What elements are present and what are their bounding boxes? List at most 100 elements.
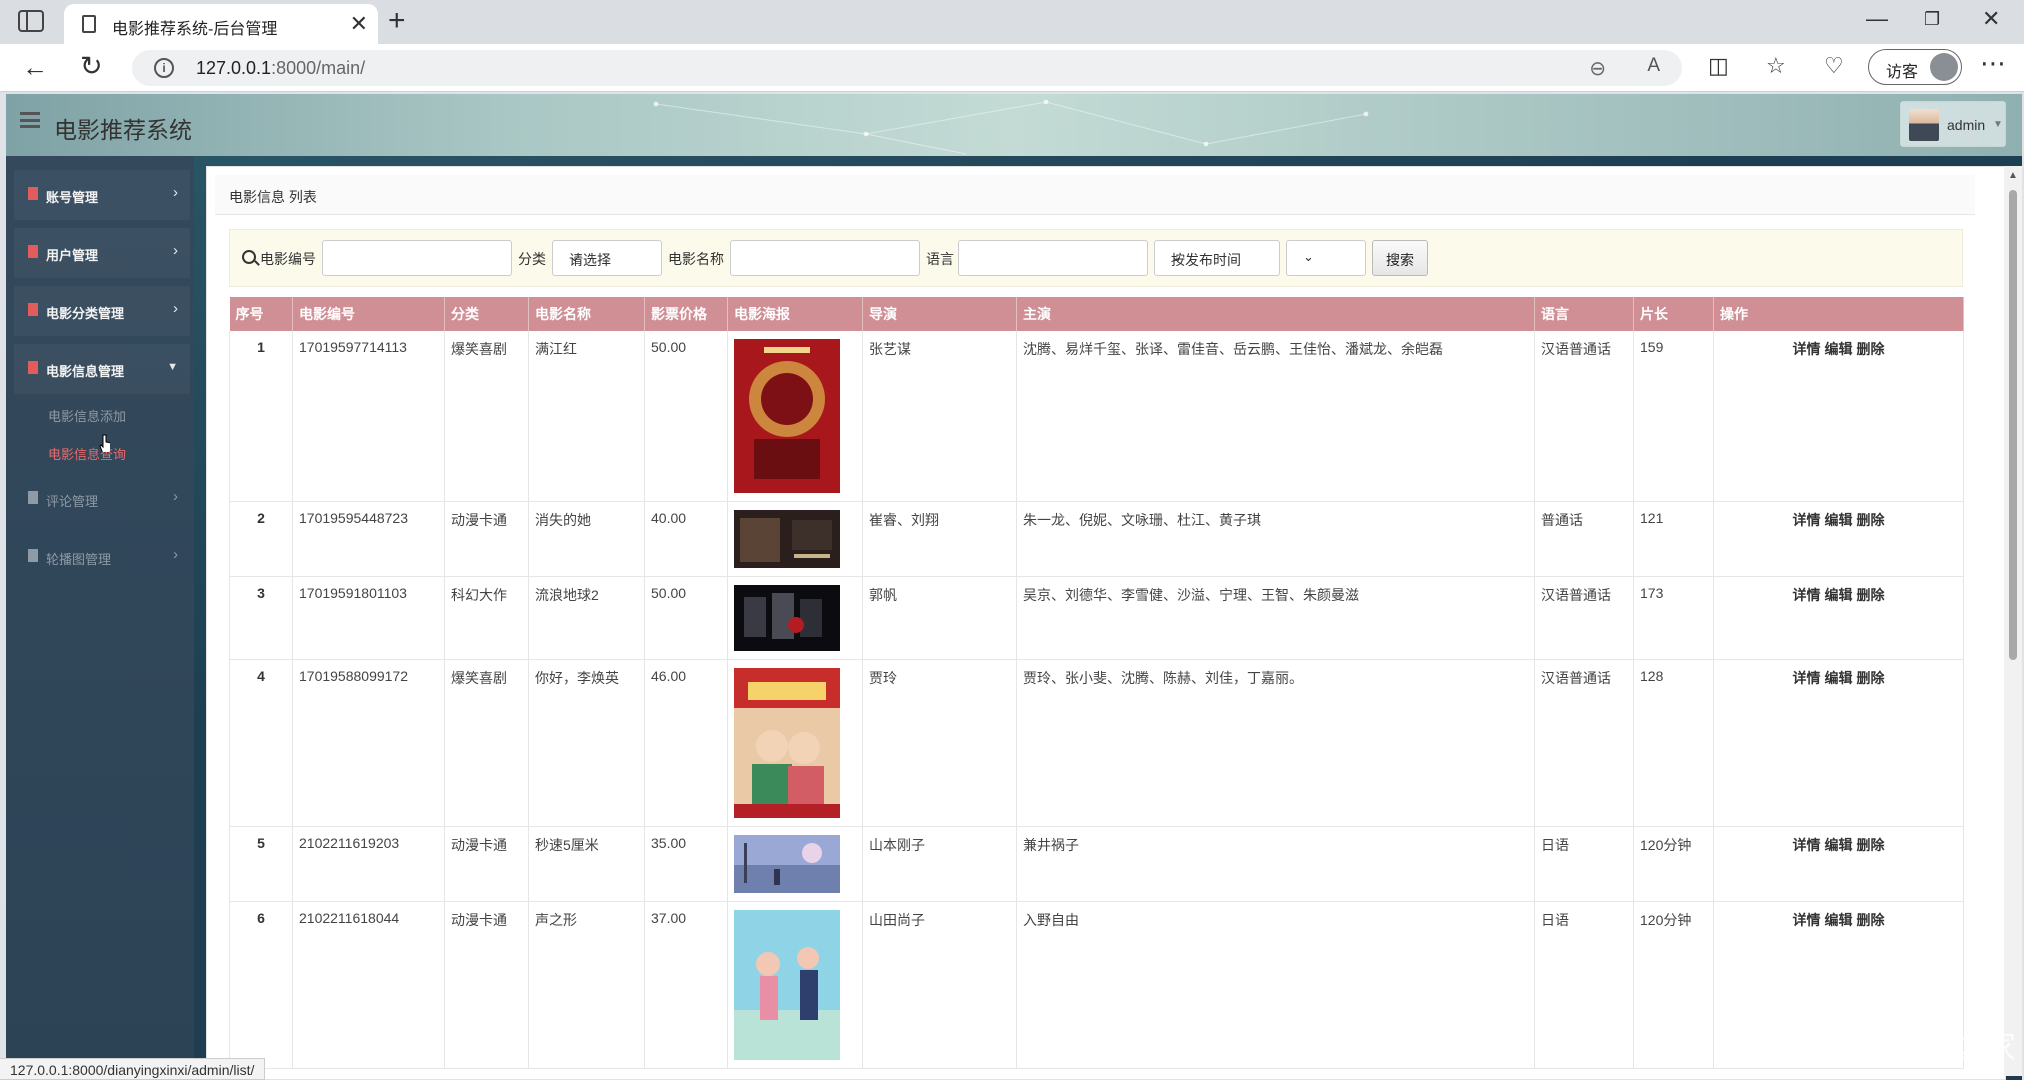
edit-link[interactable]: 编辑 [1825, 512, 1853, 528]
mouse-cursor-icon [99, 434, 110, 452]
column-header: 语言 [1534, 297, 1634, 331]
scroll-thumb[interactable] [2009, 190, 2017, 660]
movie-poster[interactable] [734, 835, 840, 893]
chevron-right-icon: › [173, 488, 178, 505]
close-tab-icon[interactable]: ✕ [350, 11, 368, 37]
detail-link[interactable]: 详情 [1793, 670, 1821, 686]
split-screen-icon[interactable]: ◫ [1708, 53, 1729, 79]
cell-actions: 详情 编辑 删除 [1713, 826, 1964, 902]
zoom-out-icon[interactable]: ⊖ [1589, 56, 1606, 81]
page-icon [82, 15, 96, 33]
search-button[interactable]: 搜索 [1372, 240, 1428, 276]
movie-poster[interactable] [734, 510, 840, 568]
sidebar-item-carousel[interactable]: 轮播图管理 › [14, 532, 190, 582]
new-tab-icon[interactable]: + [388, 4, 406, 38]
profile-button[interactable]: 访客 [1868, 49, 1962, 85]
site-info-icon[interactable]: i [154, 58, 174, 78]
cell-category: 爆笑喜剧 [444, 659, 529, 827]
table-row: 4 17019588099172 爆笑喜剧 你好，李焕英 46.00 贾玲 贾玲… [229, 659, 1964, 827]
user-icon [28, 549, 38, 562]
detail-link[interactable]: 详情 [1793, 837, 1821, 853]
read-aloud-icon[interactable]: A [1647, 55, 1660, 77]
sidebar-subitem-query-movie[interactable]: 电影信息查询 [48, 444, 126, 463]
detail-link[interactable]: 详情 [1793, 341, 1821, 357]
cell-poster [727, 659, 863, 827]
column-header: 影票价格 [644, 297, 728, 331]
user-menu[interactable]: admin ▼ [1900, 101, 2006, 147]
edit-link[interactable]: 编辑 [1825, 341, 1853, 357]
cell-id: 17019595448723 [292, 501, 445, 577]
cell-price: 46.00 [644, 659, 728, 827]
header-network-decoration [653, 99, 1369, 155]
search-icon [242, 250, 256, 264]
page-scrollbar[interactable]: ▲ [2004, 166, 2022, 1076]
tab-actions-icon[interactable] [18, 10, 44, 32]
cell-no: 6 [229, 901, 293, 1069]
sidebar-item-comments[interactable]: 评论管理 › [14, 474, 190, 524]
cell-name: 你好，李焕英 [528, 659, 645, 827]
app-header: 电影推荐系统 admin ▼ [6, 94, 2022, 156]
browser-tab[interactable]: 电影推荐系统-后台管理 ✕ [64, 4, 378, 44]
cell-language: 日语 [1534, 901, 1634, 1069]
minimize-icon[interactable]: — [1866, 6, 1888, 32]
cell-no: 1 [229, 331, 293, 502]
browser-tab-bar: 电影推荐系统-后台管理 ✕ + — ❐ ✕ [0, 0, 2024, 44]
restore-icon[interactable]: ❐ [1924, 9, 1940, 30]
delete-link[interactable]: 删除 [1857, 341, 1885, 357]
movie-poster[interactable] [734, 339, 840, 493]
menu-toggle-icon[interactable] [20, 112, 40, 128]
reload-icon[interactable]: ↻ [80, 51, 103, 82]
more-menu-icon[interactable]: ⋯ [1980, 48, 2006, 79]
window-close-icon[interactable]: ✕ [1982, 6, 2000, 32]
favorites-icon[interactable]: ☆ [1766, 53, 1786, 79]
cell-language: 日语 [1534, 826, 1634, 902]
cell-cast: 兼井祸子 [1016, 826, 1535, 902]
cell-category: 爆笑喜剧 [444, 331, 529, 502]
sidebar-item-users[interactable]: 用户管理 › [14, 228, 190, 278]
category-label: 分类 [518, 251, 546, 267]
cell-duration: 128 [1633, 659, 1714, 827]
sort-select[interactable]: 按发布时间 ⌄ [1154, 240, 1280, 276]
detail-link[interactable]: 详情 [1793, 587, 1821, 603]
edit-link[interactable]: 编辑 [1825, 670, 1853, 686]
sidebar-item-accounts[interactable]: 账号管理 › [14, 170, 190, 220]
delete-link[interactable]: 删除 [1857, 587, 1885, 603]
back-icon[interactable]: ← [22, 52, 48, 83]
detail-link[interactable]: 详情 [1793, 912, 1821, 928]
sidebar-item-categories[interactable]: 电影分类管理 › [14, 286, 190, 336]
delete-link[interactable]: 删除 [1857, 512, 1885, 528]
browser-essentials-icon[interactable]: ♡ [1824, 53, 1844, 79]
table-row: 5 2102211619203 动漫卡通 秒速5厘米 35.00 山本刚子 兼井… [229, 826, 1964, 902]
address-field[interactable]: i 127.0.0.1:8000/main/ ⊖ A [132, 50, 1682, 86]
cell-actions: 详情 编辑 删除 [1713, 659, 1964, 827]
category-select[interactable]: 请选择 ⌄ [552, 240, 662, 276]
language-input[interactable] [958, 240, 1148, 276]
delete-link[interactable]: 删除 [1857, 912, 1885, 928]
movie-name-input[interactable] [730, 240, 920, 276]
movie-poster[interactable] [734, 585, 840, 651]
chevron-right-icon: › [173, 546, 178, 563]
sidebar-subitem-add-movie[interactable]: 电影信息添加 [48, 406, 126, 425]
order-select[interactable]: ⌄ [1286, 240, 1366, 276]
cell-price: 35.00 [644, 826, 728, 902]
movie-id-input[interactable] [322, 240, 512, 276]
app-window: 电影推荐系统 admin ▼ 账号管理 › 用户管理 › 电影分类管理 › 电影… [6, 94, 2022, 1080]
movie-poster[interactable] [734, 910, 840, 1060]
edit-link[interactable]: 编辑 [1825, 837, 1853, 853]
sidebar-item-movies[interactable]: 电影信息管理 ▼ [14, 344, 190, 394]
chevron-right-icon: › [173, 300, 178, 317]
search-button-label: 搜索 [1386, 252, 1414, 268]
delete-link[interactable]: 删除 [1857, 670, 1885, 686]
edit-link[interactable]: 编辑 [1825, 587, 1853, 603]
cell-poster [727, 901, 863, 1069]
cell-language: 普通话 [1534, 501, 1634, 577]
scroll-up-icon[interactable]: ▲ [2008, 170, 2018, 181]
movie-poster[interactable] [734, 668, 840, 818]
delete-link[interactable]: 删除 [1857, 837, 1885, 853]
profile-label: 访客 [1886, 64, 1919, 81]
edit-link[interactable]: 编辑 [1825, 912, 1853, 928]
url-path: :8000/main/ [271, 58, 366, 78]
detail-link[interactable]: 详情 [1793, 512, 1821, 528]
cell-category: 动漫卡通 [444, 901, 529, 1069]
chevron-down-icon: ⌄ [1171, 249, 1182, 264]
